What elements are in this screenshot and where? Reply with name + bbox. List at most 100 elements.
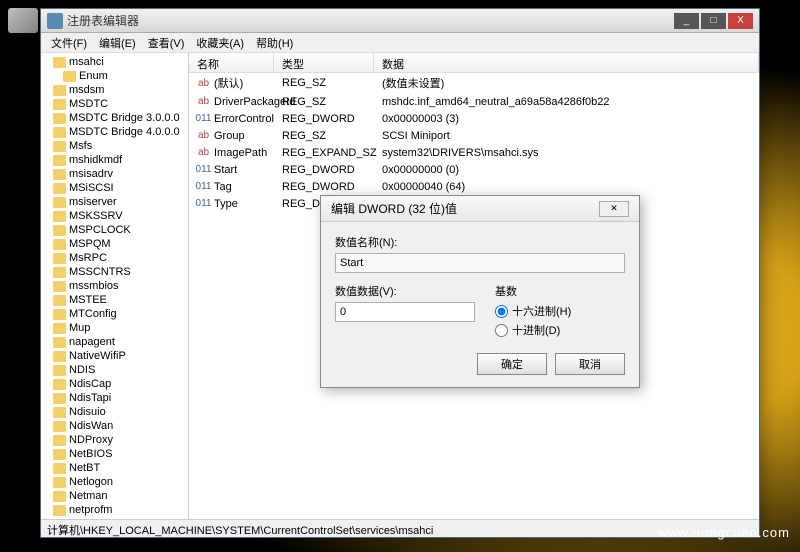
folder-icon bbox=[53, 211, 66, 222]
value-row[interactable]: 011ErrorControlREG_DWORD0x00000003 (3) bbox=[189, 110, 759, 127]
statusbar: 计算机\HKEY_LOCAL_MACHINE\SYSTEM\CurrentCon… bbox=[41, 519, 759, 537]
radio-dec-input[interactable] bbox=[495, 324, 508, 337]
maximize-button[interactable]: □ bbox=[701, 13, 726, 29]
site-logo bbox=[8, 8, 38, 33]
folder-icon bbox=[53, 197, 66, 208]
tree-item[interactable]: MSPQM bbox=[41, 237, 181, 251]
tree-item[interactable]: NetBT bbox=[41, 461, 181, 475]
titlebar[interactable]: 注册表编辑器 _ □ X bbox=[41, 9, 759, 33]
reg-sz-icon: ab bbox=[197, 95, 210, 108]
folder-icon bbox=[53, 267, 66, 278]
dialog-close-button[interactable]: ✕ bbox=[599, 201, 629, 217]
folder-icon bbox=[53, 295, 66, 306]
folder-icon bbox=[53, 351, 66, 362]
edit-dword-dialog: 编辑 DWORD (32 位)值 ✕ 数值名称(N): 数值数据(V): 基数 … bbox=[320, 195, 640, 388]
tree-item[interactable]: msisadrv bbox=[41, 167, 181, 181]
folder-icon bbox=[53, 379, 66, 390]
value-row[interactable]: 011StartREG_DWORD0x00000000 (0) bbox=[189, 161, 759, 178]
ok-button[interactable]: 确定 bbox=[477, 353, 547, 375]
value-data-input[interactable] bbox=[335, 302, 475, 322]
tree-item[interactable]: MSDTC Bridge 3.0.0.0 bbox=[41, 111, 181, 125]
tree-item[interactable]: Enum bbox=[41, 69, 181, 83]
menu-item[interactable]: 文件(F) bbox=[45, 33, 93, 53]
folder-icon bbox=[53, 99, 66, 110]
tree-item[interactable]: MSDTC bbox=[41, 97, 181, 111]
value-row[interactable]: abGroupREG_SZSCSI Miniport bbox=[189, 127, 759, 144]
folder-icon bbox=[53, 365, 66, 376]
menubar: 文件(F)编辑(E)查看(V)收藏夹(A)帮助(H) bbox=[41, 33, 759, 53]
radio-hex-input[interactable] bbox=[495, 305, 508, 318]
tree-item[interactable]: NdisWan bbox=[41, 419, 181, 433]
list-header: 名称 类型 数据 bbox=[189, 53, 759, 73]
folder-icon bbox=[53, 183, 66, 194]
column-name[interactable]: 名称 bbox=[189, 53, 274, 72]
folder-icon bbox=[53, 421, 66, 432]
folder-icon bbox=[53, 491, 66, 502]
folder-icon bbox=[53, 477, 66, 488]
folder-icon bbox=[53, 393, 66, 404]
tree-item[interactable]: msdsm bbox=[41, 83, 181, 97]
menu-item[interactable]: 查看(V) bbox=[142, 33, 191, 53]
tree-item[interactable]: Mup bbox=[41, 321, 181, 335]
value-row[interactable]: abImagePathREG_EXPAND_SZsystem32\DRIVERS… bbox=[189, 144, 759, 161]
folder-icon bbox=[53, 85, 66, 96]
value-row[interactable]: 011TagREG_DWORD0x00000040 (64) bbox=[189, 178, 759, 195]
column-data[interactable]: 数据 bbox=[374, 53, 759, 72]
tree-item[interactable]: mshidkmdf bbox=[41, 153, 181, 167]
menu-item[interactable]: 帮助(H) bbox=[250, 33, 299, 53]
tree-item[interactable]: NDProxy bbox=[41, 433, 181, 447]
folder-icon bbox=[53, 309, 66, 320]
reg-sz-icon: ab bbox=[197, 146, 210, 159]
tree-item[interactable]: NdisCap bbox=[41, 377, 181, 391]
tree-item[interactable]: MSPCLOCK bbox=[41, 223, 181, 237]
tree-item[interactable]: NetBIOS bbox=[41, 447, 181, 461]
tree-item[interactable]: mssmbios bbox=[41, 279, 181, 293]
column-type[interactable]: 类型 bbox=[274, 53, 374, 72]
folder-icon bbox=[53, 435, 66, 446]
folder-icon bbox=[53, 155, 66, 166]
menu-item[interactable]: 编辑(E) bbox=[93, 33, 142, 53]
folder-icon bbox=[53, 253, 66, 264]
tree-item[interactable]: Ndisuio bbox=[41, 405, 181, 419]
tree-item[interactable]: NdisTapi bbox=[41, 391, 181, 405]
tree-item[interactable]: MsRPC bbox=[41, 251, 181, 265]
tree-item[interactable]: Netman bbox=[41, 489, 181, 503]
tree-item[interactable]: msahci bbox=[41, 55, 181, 69]
tree-item[interactable]: MSSCNTRS bbox=[41, 265, 181, 279]
tree-item[interactable]: Netlogon bbox=[41, 475, 181, 489]
minimize-button[interactable]: _ bbox=[674, 13, 699, 29]
folder-icon bbox=[53, 407, 66, 418]
tree-panel[interactable]: msahciEnummsdsmMSDTCMSDTC Bridge 3.0.0.0… bbox=[41, 53, 189, 519]
folder-icon bbox=[53, 281, 66, 292]
tree-item[interactable]: napagent bbox=[41, 335, 181, 349]
tree-item[interactable]: MSKSSRV bbox=[41, 209, 181, 223]
radio-dec[interactable]: 十进制(D) bbox=[495, 322, 625, 338]
reg-sz-icon: ab bbox=[197, 129, 210, 142]
menu-item[interactable]: 收藏夹(A) bbox=[190, 33, 250, 53]
close-button[interactable]: X bbox=[728, 13, 753, 29]
tree-item[interactable]: msiserver bbox=[41, 195, 181, 209]
tree-item[interactable]: NDIS bbox=[41, 363, 181, 377]
folder-icon bbox=[53, 57, 66, 68]
tree-item[interactable]: Msfs bbox=[41, 139, 181, 153]
tree-item[interactable]: MSiSCSI bbox=[41, 181, 181, 195]
tree-item[interactable]: netprofm bbox=[41, 503, 181, 517]
value-row[interactable]: abDriverPackageIdREG_SZmshdc.inf_amd64_n… bbox=[189, 93, 759, 110]
reg-dw-icon: 011 bbox=[197, 197, 210, 210]
value-row[interactable]: ab(默认)REG_SZ(数值未设置) bbox=[189, 73, 759, 93]
value-data-label: 数值数据(V): bbox=[335, 283, 475, 299]
watermark-text: www.nongcuen.com bbox=[658, 525, 790, 540]
radio-hex[interactable]: 十六进制(H) bbox=[495, 303, 625, 319]
folder-icon bbox=[53, 337, 66, 348]
folder-icon bbox=[53, 505, 66, 516]
tree-item[interactable]: MSDTC Bridge 4.0.0.0 bbox=[41, 125, 181, 139]
reg-dw-icon: 011 bbox=[197, 180, 210, 193]
tree-item[interactable]: MTConfig bbox=[41, 307, 181, 321]
tree-item[interactable]: MSTEE bbox=[41, 293, 181, 307]
base-group-label: 基数 bbox=[495, 283, 625, 299]
dialog-titlebar[interactable]: 编辑 DWORD (32 位)值 ✕ bbox=[321, 196, 639, 222]
tree-item[interactable]: NativeWifiP bbox=[41, 349, 181, 363]
folder-icon bbox=[53, 449, 66, 460]
folder-icon bbox=[63, 71, 76, 82]
cancel-button[interactable]: 取消 bbox=[555, 353, 625, 375]
